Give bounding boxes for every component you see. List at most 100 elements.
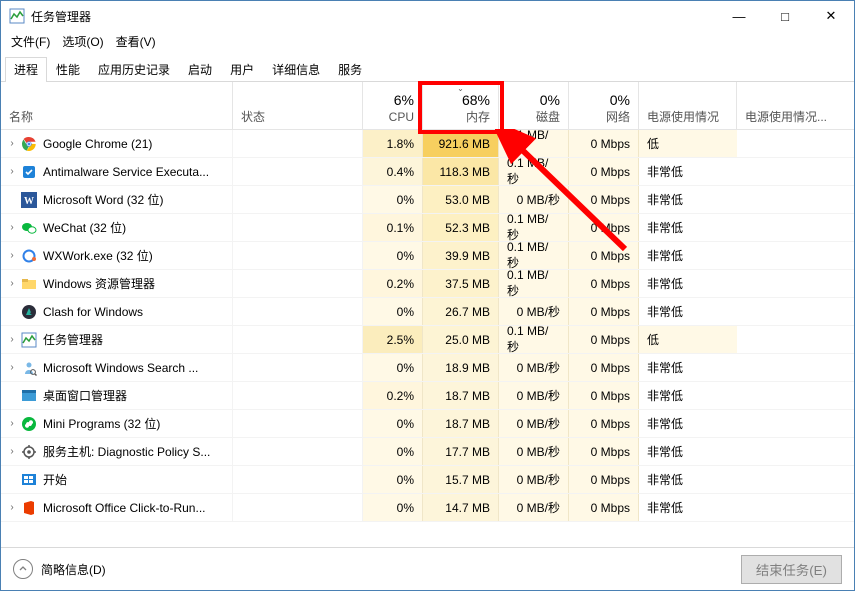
process-cpu-cell: 0% bbox=[363, 494, 423, 521]
col-header-power[interactable]: 电源使用情况 bbox=[639, 82, 737, 129]
expand-icon[interactable]: › bbox=[7, 222, 17, 233]
process-name-cell[interactable]: 开始 bbox=[1, 466, 233, 493]
tab-1[interactable]: 性能 bbox=[47, 57, 89, 82]
taskmgr-icon bbox=[9, 8, 25, 24]
process-network-cell: 0 Mbps bbox=[569, 354, 639, 381]
process-list[interactable]: ›Google Chrome (21)1.8%921.6 MB0.1 MB/秒0… bbox=[1, 130, 854, 547]
maximize-button[interactable]: □ bbox=[762, 1, 808, 31]
process-name-cell[interactable]: › 服务主机: Diagnostic Policy S... bbox=[1, 438, 233, 465]
process-name-cell[interactable]: W Microsoft Word (32 位) bbox=[1, 186, 233, 213]
process-row[interactable]: 开始0%15.7 MB0 MB/秒0 Mbps非常低 bbox=[1, 466, 854, 494]
process-cpu-cell: 0% bbox=[363, 242, 423, 269]
fewer-details-link[interactable]: 简略信息(D) bbox=[41, 561, 106, 578]
menu-options[interactable]: 选项(O) bbox=[56, 32, 109, 51]
process-power-trend-cell bbox=[737, 298, 835, 325]
col-header-disk[interactable]: 0% 磁盘 bbox=[499, 82, 569, 129]
expand-icon[interactable]: › bbox=[7, 138, 17, 149]
col-header-cpu[interactable]: 6% CPU bbox=[363, 82, 423, 129]
tab-3[interactable]: 启动 bbox=[179, 57, 221, 82]
process-row[interactable]: 桌面窗口管理器0.2%18.7 MB0 MB/秒0 Mbps非常低 bbox=[1, 382, 854, 410]
process-power-trend-cell bbox=[737, 382, 835, 409]
expand-icon[interactable]: › bbox=[7, 166, 17, 177]
expand-icon[interactable]: › bbox=[7, 334, 17, 345]
process-row[interactable]: ›WXWork.exe (32 位)0%39.9 MB0.1 MB/秒0 Mbp… bbox=[1, 242, 854, 270]
process-power-cell: 非常低 bbox=[639, 410, 737, 437]
tab-2[interactable]: 应用历史记录 bbox=[89, 57, 179, 82]
process-icon bbox=[21, 332, 37, 348]
process-disk-cell: 0.1 MB/秒 bbox=[499, 242, 569, 269]
process-name-cell[interactable]: › 任务管理器 bbox=[1, 326, 233, 353]
tab-5[interactable]: 详细信息 bbox=[263, 57, 329, 82]
process-memory-cell: 26.7 MB bbox=[423, 298, 499, 325]
process-row[interactable]: ›Microsoft Office Click-to-Run...0%14.7 … bbox=[1, 494, 854, 522]
process-disk-cell: 0 MB/秒 bbox=[499, 438, 569, 465]
expand-icon[interactable]: › bbox=[7, 362, 17, 373]
footer: 简略信息(D) 结束任务(E) bbox=[1, 547, 854, 590]
col-header-status[interactable]: 状态 bbox=[233, 82, 363, 129]
process-name-cell[interactable]: ›Microsoft Windows Search ... bbox=[1, 354, 233, 381]
col-header-power-trend[interactable]: 电源使用情况... bbox=[737, 82, 835, 129]
process-row[interactable]: ›Mini Programs (32 位)0%18.7 MB0 MB/秒0 Mb… bbox=[1, 410, 854, 438]
process-name-cell[interactable]: ›Antimalware Service Executa... bbox=[1, 158, 233, 185]
menubar: 文件(F) 选项(O) 查看(V) bbox=[1, 31, 854, 51]
menu-view[interactable]: 查看(V) bbox=[110, 32, 162, 51]
process-status-cell bbox=[233, 438, 363, 465]
expand-icon[interactable]: › bbox=[7, 418, 17, 429]
process-row[interactable]: ›WeChat (32 位)0.1%52.3 MB0.1 MB/秒0 Mbps非… bbox=[1, 214, 854, 242]
expand-icon[interactable]: › bbox=[7, 250, 17, 261]
process-power-cell: 非常低 bbox=[639, 186, 737, 213]
process-network-cell: 0 Mbps bbox=[569, 130, 639, 157]
process-icon: W bbox=[21, 192, 37, 208]
process-status-cell bbox=[233, 242, 363, 269]
tab-4[interactable]: 用户 bbox=[221, 57, 263, 82]
process-icon bbox=[21, 416, 37, 432]
process-row[interactable]: Clash for Windows0%26.7 MB0 MB/秒0 Mbps非常… bbox=[1, 298, 854, 326]
process-row[interactable]: ›Google Chrome (21)1.8%921.6 MB0.1 MB/秒0… bbox=[1, 130, 854, 158]
process-name: Windows 资源管理器 bbox=[43, 275, 155, 292]
process-name-cell[interactable]: 桌面窗口管理器 bbox=[1, 382, 233, 409]
tab-6[interactable]: 服务 bbox=[329, 57, 371, 82]
process-name: Clash for Windows bbox=[43, 305, 143, 319]
process-memory-cell: 118.3 MB bbox=[423, 158, 499, 185]
process-power-cell: 非常低 bbox=[639, 382, 737, 409]
process-row[interactable]: ›Windows 资源管理器0.2%37.5 MB0.1 MB/秒0 Mbps非… bbox=[1, 270, 854, 298]
process-memory-cell: 39.9 MB bbox=[423, 242, 499, 269]
expand-icon[interactable]: › bbox=[7, 446, 17, 457]
process-disk-cell: 0 MB/秒 bbox=[499, 494, 569, 521]
process-icon bbox=[21, 164, 37, 180]
collapse-icon[interactable] bbox=[13, 559, 33, 579]
process-name-cell[interactable]: ›WXWork.exe (32 位) bbox=[1, 242, 233, 269]
process-cpu-cell: 0.4% bbox=[363, 158, 423, 185]
col-header-network[interactable]: 0% 网络 bbox=[569, 82, 639, 129]
process-name: 任务管理器 bbox=[43, 331, 103, 348]
process-icon bbox=[21, 360, 37, 376]
tab-0[interactable]: 进程 bbox=[5, 57, 47, 82]
minimize-button[interactable]: — bbox=[716, 1, 762, 31]
expand-icon[interactable]: › bbox=[7, 278, 17, 289]
menu-file[interactable]: 文件(F) bbox=[5, 32, 56, 51]
expand-icon[interactable]: › bbox=[7, 502, 17, 513]
process-name-cell[interactable]: › Windows 资源管理器 bbox=[1, 270, 233, 297]
process-power-trend-cell bbox=[737, 410, 835, 437]
process-name-cell[interactable]: ›Google Chrome (21) bbox=[1, 130, 233, 157]
process-row[interactable]: ›Microsoft Windows Search ...0%18.9 MB0 … bbox=[1, 354, 854, 382]
process-name-cell[interactable]: ›Mini Programs (32 位) bbox=[1, 410, 233, 437]
process-power-cell: 非常低 bbox=[639, 242, 737, 269]
process-row[interactable]: WMicrosoft Word (32 位)0%53.0 MB0 MB/秒0 M… bbox=[1, 186, 854, 214]
process-icon bbox=[21, 304, 37, 320]
process-name-cell[interactable]: ›Microsoft Office Click-to-Run... bbox=[1, 494, 233, 521]
process-row[interactable]: ›服务主机: Diagnostic Policy S...0%17.7 MB0 … bbox=[1, 438, 854, 466]
process-icon bbox=[21, 444, 37, 460]
col-header-name[interactable]: 名称 bbox=[1, 82, 233, 129]
process-name: 服务主机: Diagnostic Policy S... bbox=[43, 443, 210, 460]
col-header-memory[interactable]: ⌄ 68% 内存 bbox=[423, 82, 499, 129]
process-name: Microsoft Word (32 位) bbox=[43, 191, 163, 208]
process-name-cell[interactable]: Clash for Windows bbox=[1, 298, 233, 325]
process-row[interactable]: ›Antimalware Service Executa... 0.4%118.3… bbox=[1, 158, 854, 186]
process-power-trend-cell bbox=[737, 214, 835, 241]
close-button[interactable]: ✕ bbox=[808, 1, 854, 31]
process-row[interactable]: ›任务管理器2.5%25.0 MB0.1 MB/秒0 Mbps低 bbox=[1, 326, 854, 354]
process-cpu-cell: 0.2% bbox=[363, 382, 423, 409]
process-name-cell[interactable]: ›WeChat (32 位) bbox=[1, 214, 233, 241]
end-task-button[interactable]: 结束任务(E) bbox=[741, 555, 842, 584]
